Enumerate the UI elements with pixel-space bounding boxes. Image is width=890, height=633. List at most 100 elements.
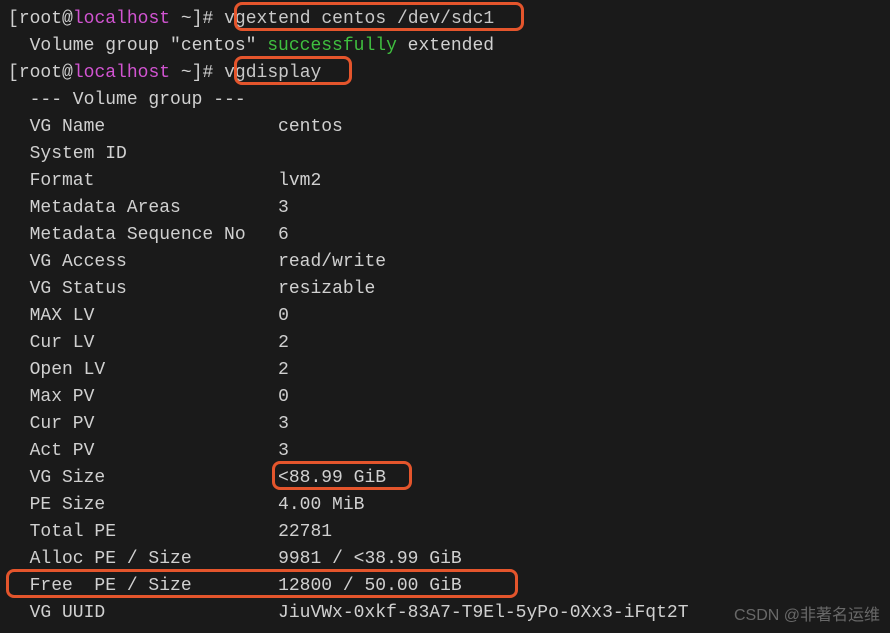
vg-row-value: JiuVWx-0xkf-83A7-T9El-5yPo-0Xx3-iFqt2T: [278, 603, 688, 623]
padding: [105, 603, 278, 623]
padding: [127, 144, 278, 164]
vg-row-value: 2: [278, 333, 289, 353]
vg-row-label: System ID: [8, 144, 127, 164]
watermark: CSDN @非著名运维: [734, 602, 880, 629]
padding: [105, 468, 278, 488]
vg-row-label: Act PV: [8, 441, 94, 461]
success-word: successfully: [267, 36, 397, 56]
padding: [105, 117, 278, 137]
vg-row-label: Alloc PE / Size: [8, 549, 192, 569]
space: [170, 9, 181, 29]
padding: [94, 171, 278, 191]
bracket-open: [: [8, 63, 19, 83]
padding: [94, 387, 278, 407]
vg-row: Open LV 2: [8, 357, 882, 384]
space: [213, 63, 224, 83]
vg-row-label: MAX LV: [8, 306, 94, 326]
padding: [94, 414, 278, 434]
vg-row-value: 2: [278, 360, 289, 380]
vg-row-value: 12800 / 50.00 GiB: [278, 576, 462, 596]
output-line-extended: Volume group "centos" successfully exten…: [8, 33, 882, 60]
padding: [105, 495, 278, 515]
bracket-close: ]: [192, 63, 203, 83]
vg-row-label: Format: [8, 171, 94, 191]
at-sign: @: [62, 9, 73, 29]
padding: [94, 333, 278, 353]
vg-row-value: 0: [278, 306, 289, 326]
bracket-open: [: [8, 9, 19, 29]
vg-row-label: VG Status: [8, 279, 127, 299]
command-vgdisplay[interactable]: vgdisplay: [224, 63, 321, 83]
vg-row-value: 3: [278, 414, 289, 434]
vg-row-value: lvm2: [278, 171, 321, 191]
prompt-symbol: #: [203, 9, 214, 29]
vg-row-label: VG Name: [8, 117, 105, 137]
vg-row-value: centos: [278, 117, 343, 137]
padding: [127, 252, 278, 272]
vg-row-value: 0: [278, 387, 289, 407]
vg-row: Total PE 22781: [8, 519, 882, 546]
vg-row: VG Status resizable: [8, 276, 882, 303]
prompt-symbol: #: [203, 63, 214, 83]
vg-row: Metadata Areas 3: [8, 195, 882, 222]
vg-row: Metadata Sequence No 6: [8, 222, 882, 249]
output-suffix: extended: [397, 36, 494, 56]
padding: [181, 198, 278, 218]
space: [170, 63, 181, 83]
vg-row-label: VG Size: [8, 468, 105, 488]
vg-row-value: resizable: [278, 279, 375, 299]
vg-row-label: PE Size: [8, 495, 105, 515]
prompt-path: ~: [181, 9, 192, 29]
vg-row-label: VG Access: [8, 252, 127, 272]
vg-row-label: Max PV: [8, 387, 94, 407]
padding: [192, 549, 278, 569]
vg-row: Cur PV 3: [8, 411, 882, 438]
padding: [105, 360, 278, 380]
vg-row-label: Metadata Sequence No: [8, 225, 246, 245]
padding: [127, 279, 278, 299]
vg-row-label: Cur LV: [8, 333, 94, 353]
vg-row: VG Size <88.99 GiB: [8, 465, 882, 492]
command-vgextend[interactable]: vgextend centos /dev/sdc1: [224, 9, 494, 29]
vg-row-value: 3: [278, 198, 289, 218]
vg-row: Alloc PE / Size 9981 / <38.99 GiB: [8, 546, 882, 573]
padding: [116, 522, 278, 542]
prompt-path: ~: [181, 63, 192, 83]
vg-row-label: Metadata Areas: [8, 198, 181, 218]
vg-row: VG Name centos: [8, 114, 882, 141]
vg-rows-container: VG Name centos System ID Format lvm2 Met…: [8, 114, 882, 627]
vg-row: Max PV 0: [8, 384, 882, 411]
prompt-host: localhost: [73, 9, 170, 29]
vg-row: Cur LV 2: [8, 330, 882, 357]
vg-row-label: Cur PV: [8, 414, 94, 434]
prompt-user: root: [19, 63, 62, 83]
vg-row-label: Free PE / Size: [8, 576, 192, 596]
padding: [192, 576, 278, 596]
vg-row-label: Open LV: [8, 360, 105, 380]
vg-row-value: read/write: [278, 252, 386, 272]
prompt-line-2: [root@localhost ~]# vgdisplay: [8, 60, 882, 87]
vg-row-value: 22781: [278, 522, 332, 542]
output-prefix: Volume group "centos": [8, 36, 267, 56]
prompt-line-1: [root@localhost ~]# vgextend centos /dev…: [8, 6, 882, 33]
vg-row-value: <88.99 GiB: [278, 468, 386, 488]
vg-row-label: Total PE: [8, 522, 116, 542]
vg-header: --- Volume group ---: [8, 87, 882, 114]
vg-row: Free PE / Size 12800 / 50.00 GiB: [8, 573, 882, 600]
vg-row: VG Access read/write: [8, 249, 882, 276]
vg-row-value: 6: [278, 225, 289, 245]
vg-row-value: 4.00 MiB: [278, 495, 364, 515]
at-sign: @: [62, 63, 73, 83]
padding: [94, 441, 278, 461]
vg-row: MAX LV 0: [8, 303, 882, 330]
vg-row-value: 9981 / <38.99 GiB: [278, 549, 462, 569]
vg-row: PE Size 4.00 MiB: [8, 492, 882, 519]
prompt-host: localhost: [73, 63, 170, 83]
padding: [246, 225, 278, 245]
padding: [94, 306, 278, 326]
vg-row-value: 3: [278, 441, 289, 461]
vg-row-label: VG UUID: [8, 603, 105, 623]
vg-row: Act PV 3: [8, 438, 882, 465]
prompt-user: root: [19, 9, 62, 29]
vg-row: Format lvm2: [8, 168, 882, 195]
